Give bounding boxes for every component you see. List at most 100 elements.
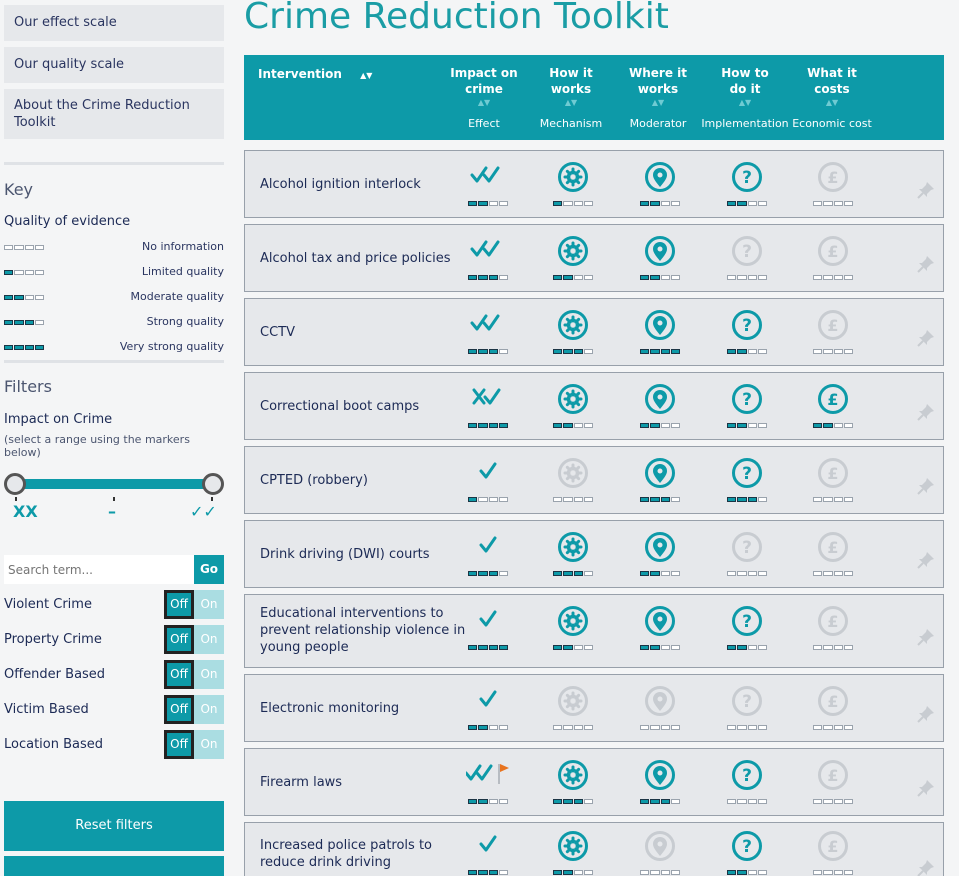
slider-marker-neutral[interactable]: – bbox=[108, 502, 116, 521]
search-go-button[interactable]: Go bbox=[194, 555, 224, 584]
cost-cell[interactable]: £ bbox=[811, 829, 855, 876]
toggle-on-button[interactable]: On bbox=[194, 660, 224, 689]
toggle-off-button[interactable]: Off bbox=[164, 730, 194, 759]
sort-arrows-icon[interactable]: ▲▼ bbox=[703, 97, 787, 109]
moderator-cell[interactable] bbox=[638, 382, 682, 434]
intervention-name[interactable]: Drink driving (DWI) courts bbox=[260, 546, 470, 563]
sort-arrows-icon[interactable]: ▲▼ bbox=[442, 97, 526, 109]
toggle-off-button[interactable]: Off bbox=[164, 625, 194, 654]
implementation-cell[interactable]: ? bbox=[725, 604, 769, 656]
implementation-cell[interactable]: ? bbox=[725, 530, 769, 582]
header-column[interactable]: What it costs ▲▼ bbox=[790, 65, 874, 109]
intervention-name[interactable]: Alcohol tax and price policies bbox=[260, 250, 470, 267]
header-column[interactable]: Where it works ▲▼ bbox=[616, 65, 700, 109]
sort-arrows-icon[interactable]: ▲▼ bbox=[616, 97, 700, 109]
implementation-cell[interactable]: ? bbox=[725, 234, 769, 286]
pin-button[interactable] bbox=[917, 255, 935, 273]
implementation-cell[interactable]: ? bbox=[725, 829, 769, 876]
intervention-row[interactable]: Increased police patrols to reduce drink… bbox=[244, 822, 944, 876]
mechanism-cell[interactable] bbox=[551, 234, 595, 286]
toggle-off-button[interactable]: Off bbox=[164, 590, 194, 619]
implementation-cell[interactable]: ? bbox=[725, 684, 769, 736]
mechanism-cell[interactable] bbox=[551, 308, 595, 360]
effect-cell[interactable] bbox=[466, 829, 510, 876]
moderator-cell[interactable] bbox=[638, 758, 682, 810]
pin-button[interactable] bbox=[917, 628, 935, 646]
effect-cell[interactable] bbox=[466, 308, 510, 360]
intervention-row[interactable]: Drink driving (DWI) courts? £ bbox=[244, 520, 944, 588]
toggle-on-button[interactable]: On bbox=[194, 625, 224, 654]
pin-button[interactable] bbox=[917, 329, 935, 347]
cost-cell[interactable]: £ bbox=[811, 604, 855, 656]
mechanism-cell[interactable] bbox=[551, 829, 595, 876]
moderator-cell[interactable] bbox=[638, 456, 682, 508]
pin-button[interactable] bbox=[917, 551, 935, 569]
mechanism-cell[interactable] bbox=[551, 684, 595, 736]
implementation-cell[interactable]: ? bbox=[725, 160, 769, 212]
effect-cell[interactable] bbox=[466, 382, 510, 434]
moderator-cell[interactable] bbox=[638, 308, 682, 360]
secondary-button[interactable] bbox=[4, 856, 224, 876]
cost-cell[interactable]: £ bbox=[811, 382, 855, 434]
implementation-cell[interactable]: ? bbox=[725, 308, 769, 360]
intervention-row[interactable]: Firearm laws? £ bbox=[244, 748, 944, 816]
pin-button[interactable] bbox=[917, 779, 935, 797]
moderator-cell[interactable] bbox=[638, 684, 682, 736]
slider-max-handle[interactable] bbox=[202, 473, 224, 495]
effect-cell[interactable] bbox=[466, 684, 510, 736]
header-column[interactable]: How to do it ▲▼ bbox=[703, 65, 787, 109]
toggle-on-button[interactable]: On bbox=[194, 695, 224, 724]
intervention-row[interactable]: Alcohol ignition interlock? £ bbox=[244, 150, 944, 218]
intervention-name[interactable]: Electronic monitoring bbox=[260, 700, 470, 717]
nav-about-toolkit[interactable]: About the Crime Reduction Toolkit bbox=[4, 89, 224, 139]
cost-cell[interactable]: £ bbox=[811, 530, 855, 582]
implementation-cell[interactable]: ? bbox=[725, 456, 769, 508]
effect-cell[interactable] bbox=[466, 604, 510, 656]
slider-marker-positive[interactable]: ✓✓ bbox=[190, 502, 217, 521]
intervention-row[interactable]: CCTV? £ bbox=[244, 298, 944, 366]
effect-cell[interactable] bbox=[466, 758, 510, 810]
moderator-cell[interactable] bbox=[638, 234, 682, 286]
cost-cell[interactable]: £ bbox=[811, 234, 855, 286]
impact-slider[interactable]: XX – ✓✓ bbox=[4, 470, 224, 521]
intervention-name[interactable]: Increased police patrols to reduce drink… bbox=[260, 837, 470, 871]
mechanism-cell[interactable] bbox=[551, 530, 595, 582]
cost-cell[interactable]: £ bbox=[811, 160, 855, 212]
cost-cell[interactable]: £ bbox=[811, 456, 855, 508]
header-column[interactable]: How it works ▲▼ bbox=[529, 65, 613, 109]
nav-quality-scale[interactable]: Our quality scale bbox=[4, 47, 224, 83]
intervention-row[interactable]: Educational interventions to prevent rel… bbox=[244, 594, 944, 668]
sort-arrows-icon[interactable]: ▲▼ bbox=[529, 97, 613, 109]
cost-cell[interactable]: £ bbox=[811, 684, 855, 736]
implementation-cell[interactable]: ? bbox=[725, 758, 769, 810]
mechanism-cell[interactable] bbox=[551, 456, 595, 508]
search-input[interactable] bbox=[4, 555, 194, 584]
intervention-name[interactable]: Correctional boot camps bbox=[260, 398, 470, 415]
intervention-row[interactable]: Correctional boot camps? £ bbox=[244, 372, 944, 440]
intervention-name[interactable]: Alcohol ignition interlock bbox=[260, 176, 470, 193]
intervention-name[interactable]: CCTV bbox=[260, 324, 470, 341]
intervention-row[interactable]: Electronic monitoring? £ bbox=[244, 674, 944, 742]
header-column[interactable]: Impact on crime ▲▼ bbox=[442, 65, 526, 109]
effect-cell[interactable] bbox=[466, 160, 510, 212]
moderator-cell[interactable] bbox=[638, 530, 682, 582]
mechanism-cell[interactable] bbox=[551, 382, 595, 434]
effect-cell[interactable] bbox=[466, 456, 510, 508]
moderator-cell[interactable] bbox=[638, 604, 682, 656]
pin-button[interactable] bbox=[917, 181, 935, 199]
cost-cell[interactable]: £ bbox=[811, 758, 855, 810]
mechanism-cell[interactable] bbox=[551, 604, 595, 656]
nav-effect-scale[interactable]: Our effect scale bbox=[4, 5, 224, 41]
intervention-row[interactable]: Alcohol tax and price policies? £ bbox=[244, 224, 944, 292]
moderator-cell[interactable] bbox=[638, 829, 682, 876]
pin-button[interactable] bbox=[917, 705, 935, 723]
mechanism-cell[interactable] bbox=[551, 758, 595, 810]
slider-min-handle[interactable] bbox=[4, 473, 26, 495]
sort-arrows-icon[interactable]: ▲▼ bbox=[360, 71, 372, 80]
toggle-on-button[interactable]: On bbox=[194, 590, 224, 619]
intervention-name[interactable]: Firearm laws bbox=[260, 774, 470, 791]
intervention-name[interactable]: CPTED (robbery) bbox=[260, 472, 470, 489]
reset-filters-button[interactable]: Reset filters bbox=[4, 801, 224, 851]
implementation-cell[interactable]: ? bbox=[725, 382, 769, 434]
intervention-row[interactable]: CPTED (robbery)? £ bbox=[244, 446, 944, 514]
